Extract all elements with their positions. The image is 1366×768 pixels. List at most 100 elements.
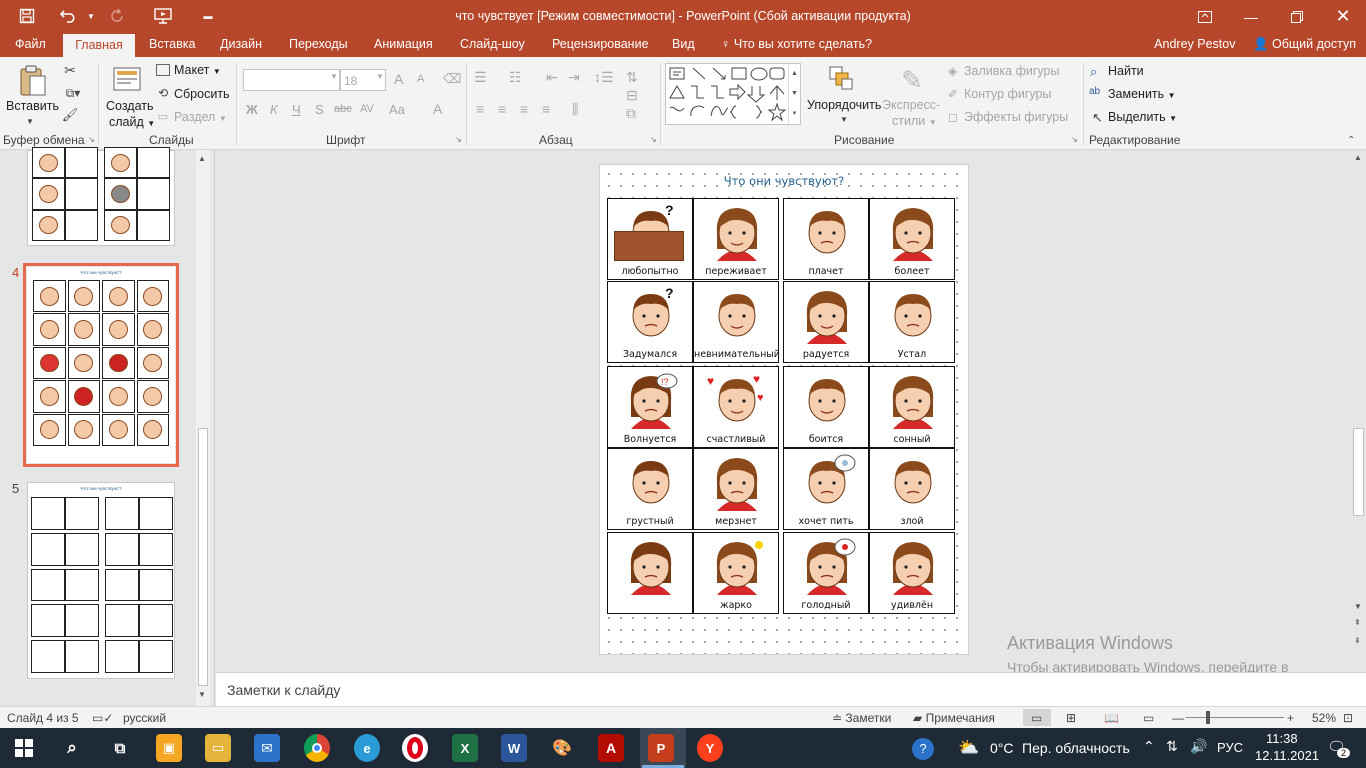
tab-insert[interactable]: Вставка [149, 37, 195, 51]
select-button[interactable]: Выделить ▼ [1108, 110, 1177, 124]
slideshow-view-icon[interactable]: ▭ [1143, 711, 1154, 725]
tab-slideshow[interactable]: Слайд-шоу [460, 37, 525, 51]
share-button[interactable]: 👤 Общий доступ [1253, 37, 1356, 51]
collapse-ribbon-icon[interactable]: ⌃ [1347, 135, 1355, 146]
scroll-up-icon[interactable]: ▲ [1354, 153, 1362, 162]
restore-button[interactable] [1274, 0, 1320, 33]
search-icon[interactable]: ⌕ [58, 734, 86, 762]
acrobat-icon[interactable]: A [598, 734, 624, 762]
arrange-icon[interactable] [826, 63, 856, 95]
scroll-down-icon[interactable]: ▼ [198, 690, 206, 699]
emotion-card[interactable]: боится [783, 366, 869, 448]
font-name-input[interactable] [243, 69, 340, 91]
emotion-card[interactable]: радуется [783, 281, 869, 363]
word-icon[interactable]: W [501, 734, 527, 762]
paragraph-launcher-icon[interactable]: ↘ [650, 135, 657, 144]
mail-icon[interactable]: ✉ [254, 734, 280, 762]
new-slide-button[interactable]: слайд ▼ [109, 115, 155, 129]
chrome-icon[interactable] [304, 734, 330, 762]
reset-button[interactable]: Сбросить [174, 87, 230, 101]
store-icon[interactable]: ▣ [156, 734, 182, 762]
zoom-in-icon[interactable]: + [1287, 711, 1294, 725]
chevron-up-icon[interactable]: ⌃ [1143, 738, 1155, 755]
scroll-up-icon[interactable]: ▲ [198, 154, 206, 163]
close-button[interactable]: ✕ [1320, 0, 1366, 33]
emotion-card[interactable]: жарко [693, 532, 779, 614]
ribbon-display-options-icon[interactable] [1182, 0, 1228, 33]
tab-file[interactable]: Файл [15, 37, 46, 51]
emotion-card[interactable]: хочет пить [783, 448, 869, 530]
language-indicator[interactable]: русский [123, 711, 166, 725]
undo-dropdown-icon[interactable]: ▼ [80, 6, 102, 26]
task-view-icon[interactable]: ⧉ [106, 734, 134, 762]
excel-icon[interactable]: X [452, 734, 478, 762]
emotion-card[interactable]: мерзнет [693, 448, 779, 530]
copy-icon[interactable]: ⧉▾ [61, 85, 85, 101]
scroll-thumb[interactable] [198, 428, 208, 686]
zoom-out-icon[interactable]: — [1172, 711, 1184, 725]
paste-dropdown-icon[interactable]: ▼ [26, 117, 34, 126]
tab-home[interactable]: Главная [63, 34, 135, 57]
tab-view[interactable]: Вид [672, 37, 695, 51]
network-icon[interactable]: ⇅ [1166, 738, 1178, 755]
weather-text[interactable]: Пер. облачность [1022, 740, 1130, 756]
emotion-card[interactable]: удивлён [869, 532, 955, 614]
emotion-card[interactable]: ? любопытно [607, 198, 693, 280]
minimize-button[interactable]: — [1228, 0, 1274, 33]
tab-animations[interactable]: Анимация [374, 37, 433, 51]
slide-title[interactable]: Что они чувствуют? [600, 174, 968, 188]
arrange-button[interactable]: Упорядочить [807, 98, 881, 112]
emotion-card[interactable]: невнимательный [693, 281, 780, 363]
emotion-card[interactable]: болеет [869, 198, 955, 280]
slide-canvas[interactable]: Что они чувствуют? ? любопытно переживает п… [599, 164, 969, 655]
emotion-card[interactable]: грустный [607, 448, 693, 530]
cut-icon[interactable]: ✂ [61, 62, 79, 78]
thumbnails-scrollbar[interactable]: ▲ ▼ [196, 150, 210, 706]
temperature[interactable]: 0°C [990, 740, 1014, 756]
tab-review[interactable]: Рецензирование [552, 37, 649, 51]
paint-icon[interactable]: 🎨 [549, 734, 575, 762]
emotion-card[interactable] [607, 532, 693, 614]
clipboard-launcher-icon[interactable]: ↘ [88, 135, 95, 144]
user-name[interactable]: Andrey Pestov [1154, 37, 1235, 51]
tab-transitions[interactable]: Переходы [289, 37, 348, 51]
gallery-scroll[interactable]: ▲ ▼ ▾ [788, 64, 800, 124]
emotion-card[interactable]: плачет [783, 198, 869, 280]
slide-thumbnail-3[interactable] [27, 147, 175, 246]
spellcheck-icon[interactable]: ▭✓ [92, 711, 113, 725]
layout-button[interactable]: Макет ▼ [174, 63, 221, 77]
emotion-card[interactable]: переживает [693, 198, 779, 280]
new-slide-icon[interactable] [111, 62, 145, 96]
file-explorer-icon[interactable]: ▭ [205, 734, 231, 762]
fit-slide-icon[interactable]: ⊡ [1343, 711, 1353, 725]
clock-date[interactable]: 12.11.2021 [1255, 748, 1319, 763]
customize-toolbar-icon[interactable]: ▬ [197, 6, 219, 26]
clock-time[interactable]: 11:38 [1266, 731, 1298, 746]
emotion-card[interactable]: сонный [869, 366, 955, 448]
tab-design[interactable]: Дизайн [220, 37, 262, 51]
zoom-slider[interactable] [1186, 717, 1284, 718]
windows-start-icon[interactable] [10, 734, 38, 762]
new-slide-label-1[interactable]: Создать [106, 99, 154, 113]
tell-me-box[interactable]: ♀ Что вы хотите сделать? [721, 37, 872, 51]
reading-view-icon[interactable]: 📖 [1104, 711, 1119, 725]
slide-sorter-icon[interactable]: ⊞ [1066, 711, 1076, 725]
start-slideshow-icon[interactable] [152, 6, 174, 26]
next-slide-icon[interactable]: ⇟ [1354, 636, 1361, 645]
scroll-thumb[interactable] [1353, 428, 1364, 516]
weather-icon[interactable]: ⛅ [958, 738, 979, 758]
input-language[interactable]: РУС [1217, 740, 1243, 755]
powerpoint-icon[interactable]: P [648, 734, 674, 762]
edge-icon[interactable]: e [354, 734, 380, 762]
notes-toggle[interactable]: ≐ Заметки [832, 711, 891, 725]
emotion-card[interactable]: ♥ ♥ ♥ счастливый [693, 366, 779, 448]
emotion-card[interactable]: !? Волнуется [607, 366, 693, 448]
slide-thumbnail-4[interactable]: Что они чувствуют? [27, 267, 175, 463]
emotion-card[interactable]: Устал [869, 281, 955, 363]
comments-toggle[interactable]: ▰ Примечания [913, 711, 995, 725]
previous-slide-icon[interactable]: ⇞ [1354, 618, 1361, 627]
zoom-slider-thumb[interactable] [1206, 711, 1210, 724]
undo-icon[interactable] [58, 6, 80, 26]
replace-button[interactable]: Заменить ▼ [1108, 87, 1176, 101]
yandex-icon[interactable]: Y [697, 734, 723, 762]
